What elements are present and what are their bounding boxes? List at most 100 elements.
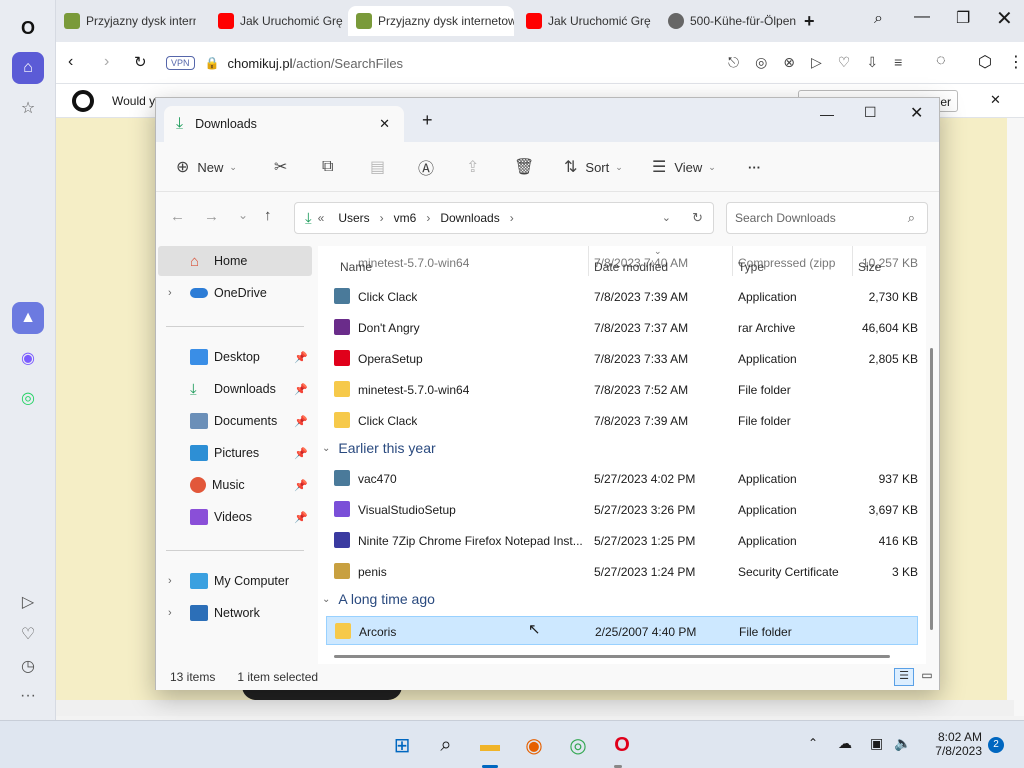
paste-icon[interactable]: ▤ xyxy=(370,154,385,180)
reload-icon[interactable]: ↻ xyxy=(134,53,147,71)
file-list-vertical-scrollbar[interactable] xyxy=(930,348,933,630)
nav-music[interactable]: Music 📌 xyxy=(158,470,312,500)
breadcrumb-downloads[interactable]: Downloads xyxy=(440,211,499,225)
browser-tab-active[interactable]: Przyjazny dysk internetow xyxy=(348,6,514,36)
breadcrumb-users[interactable]: Users xyxy=(338,211,369,225)
back-arrow-icon[interactable]: ← xyxy=(170,208,185,225)
firefox-icon[interactable]: ◉ xyxy=(518,729,550,761)
pin-icon[interactable]: 📌 xyxy=(294,447,308,460)
refresh-icon[interactable]: ↻ xyxy=(692,210,703,226)
table-row[interactable]: minetest-5.7.0-win64 7/8/2023 7:52 AM File… xyxy=(326,375,918,404)
tray-chevron-icon[interactable]: ⌃ xyxy=(808,736,818,750)
tab-close-icon[interactable]: ✕ xyxy=(379,116,390,132)
search-icon[interactable]: ⌕ xyxy=(430,729,462,761)
chrome-icon[interactable]: ◎ xyxy=(562,729,594,761)
chevron-right-icon[interactable]: › xyxy=(168,287,172,299)
opera-icon[interactable]: O xyxy=(606,729,638,761)
browser-horizontal-scrollbar[interactable] xyxy=(56,700,1014,716)
table-row[interactable]: Click Clack 7/8/2023 7:39 AM Application 2,… xyxy=(326,282,918,311)
infobar-close-icon[interactable]: ✕ xyxy=(990,92,1001,108)
pin-icon[interactable]: 📌 xyxy=(294,383,308,396)
start-windows-icon[interactable]: ⊞ xyxy=(386,729,418,761)
volume-icon[interactable]: 🔈 xyxy=(894,735,911,752)
maximize-icon[interactable]: ❐ xyxy=(956,8,970,28)
nav-videos[interactable]: Videos 📌 xyxy=(158,502,312,532)
close-icon[interactable]: ✕ xyxy=(996,6,1013,31)
pin-icon[interactable]: 📌 xyxy=(294,415,308,428)
nav-downloads[interactable]: ⤓ Downloads 📌 xyxy=(158,374,312,404)
up-arrow-icon[interactable]: ↑ xyxy=(264,207,272,224)
maximize-icon[interactable]: ☐ xyxy=(864,104,877,121)
nav-home[interactable]: ⌂ Home xyxy=(158,246,312,276)
network-icon[interactable]: ▣ xyxy=(870,735,883,752)
nav-pictures[interactable]: Pictures 📌 xyxy=(158,438,312,468)
menu-icon[interactable]: ⋮ xyxy=(1008,52,1024,72)
table-row[interactable]: Ninite 7Zip Chrome Firefox Notepad Inst.… xyxy=(326,526,918,555)
group-header-earlier[interactable]: ⌄ Earlier this year xyxy=(322,440,436,456)
browser-vertical-scrollbar[interactable] xyxy=(1007,118,1024,716)
browser-tab[interactable]: 500-Kühe-für-Ölpen xyxy=(660,6,800,36)
messenger-icon[interactable]: ◉ xyxy=(12,342,44,374)
extensions-icon[interactable]: ⬡ xyxy=(978,52,992,72)
table-row-selected[interactable]: Arcoris 2/25/2007 4:40 PM File folder xyxy=(326,616,918,645)
cloud-offline-icon[interactable]: ☁ xyxy=(838,735,852,752)
table-row[interactable]: Click Clack 7/8/2023 7:39 AM File folder xyxy=(326,406,918,435)
breadcrumb[interactable]: ⤓ « Users › vm6 › Downloads › ⌄ ↻ xyxy=(294,202,714,234)
home-icon[interactable]: ⌂ xyxy=(12,52,44,84)
recent-chevron-icon[interactable]: ⌄ xyxy=(238,208,248,222)
heart-icon[interactable]: ♡ xyxy=(12,618,44,650)
clock[interactable]: 8:02 AM 7/8/2023 xyxy=(920,730,982,758)
cut-icon[interactable]: ✂ xyxy=(274,154,287,180)
nav-my-computer[interactable]: › My Computer xyxy=(158,566,312,596)
table-row[interactable]: penis 5/27/2023 1:24 PM Security Certifica… xyxy=(326,557,918,586)
share-icon[interactable]: ⇪ xyxy=(466,154,479,180)
group-header-longago[interactable]: ⌄ A long time ago xyxy=(322,591,435,607)
nav-network[interactable]: › Network xyxy=(158,598,312,628)
star-icon[interactable]: ☆ xyxy=(12,92,44,124)
forward-arrow-icon[interactable]: → xyxy=(204,208,219,225)
table-row[interactable]: OperaSetup 7/8/2023 7:33 AM Application 2,8… xyxy=(326,344,918,373)
opera-logo-icon[interactable]: O xyxy=(12,12,44,44)
new-button[interactable]: ⊕ New ⌄ xyxy=(176,154,237,180)
explorer-tab[interactable]: ⤓ Downloads ✕ xyxy=(164,106,404,142)
chevron-right-icon[interactable]: › xyxy=(168,575,172,587)
aria-icon[interactable]: ▲ xyxy=(12,302,44,334)
profile-icon[interactable]: ◌ xyxy=(936,52,946,70)
table-row[interactable]: minetest-5.7.0-win64 7/8/2023 7:40 AM Co… xyxy=(326,258,918,276)
breadcrumb-vm6[interactable]: vm6 xyxy=(394,211,417,225)
history-icon[interactable]: ◷ xyxy=(12,650,44,682)
pin-icon[interactable]: 📌 xyxy=(294,511,308,524)
details-view-icon[interactable]: ☰ xyxy=(894,668,914,686)
nav-desktop[interactable]: Desktop 📌 xyxy=(158,342,312,372)
table-row[interactable]: Don't Angry 7/8/2023 7:37 AM rar Archive 46… xyxy=(326,313,918,342)
vpn-badge[interactable]: VPN xyxy=(166,56,195,70)
history-dropdown-icon[interactable]: ⌄ xyxy=(662,211,671,224)
search-downloads-input[interactable]: Search Downloads ⌕ xyxy=(726,202,928,234)
copy-icon[interactable]: ⧉ xyxy=(322,154,333,180)
new-tab-icon[interactable]: + xyxy=(422,110,433,131)
minimize-icon[interactable]: — xyxy=(820,106,834,122)
back-icon[interactable]: ‹ xyxy=(68,53,73,71)
table-row[interactable]: vac470 5/27/2023 4:02 PM Application 937 KB xyxy=(326,464,918,493)
sort-button[interactable]: ⇅ Sort ⌄ xyxy=(564,154,623,180)
nav-documents[interactable]: Documents 📌 xyxy=(158,406,312,436)
pin-icon[interactable]: 📌 xyxy=(294,351,308,364)
lock-icon[interactable]: 🔒 xyxy=(205,56,220,70)
file-list-horizontal-scrollbar[interactable] xyxy=(334,655,890,658)
browser-tab[interactable]: Przyjazny dysk interne xyxy=(56,6,196,36)
table-row[interactable]: VisualStudioSetup 5/27/2023 3:26 PM Applic… xyxy=(326,495,918,524)
more-options-button[interactable]: ··· xyxy=(748,154,761,180)
rename-icon[interactable]: Ⓐ xyxy=(418,154,434,180)
nav-onedrive[interactable]: › OneDrive xyxy=(158,278,312,308)
address-actions[interactable]: ⎋◎⊗▷♡⇩≡ xyxy=(728,54,918,71)
browser-tab[interactable]: Jak Uruchomić Grę xyxy=(204,6,346,36)
whatsapp-icon[interactable]: ◎ xyxy=(12,382,44,414)
file-explorer-icon[interactable]: ▬ xyxy=(474,729,506,761)
view-button[interactable]: ☰ View ⌄ xyxy=(652,154,716,180)
minimize-icon[interactable]: — xyxy=(914,8,930,26)
new-tab-plus-icon[interactable]: + xyxy=(804,11,815,32)
notification-badge[interactable]: 2 xyxy=(988,737,1004,753)
close-icon[interactable]: ✕ xyxy=(910,103,923,123)
browser-tab[interactable]: Jak Uruchomić Grę xyxy=(518,6,658,36)
delete-icon[interactable]: 🗑 xyxy=(514,154,534,180)
